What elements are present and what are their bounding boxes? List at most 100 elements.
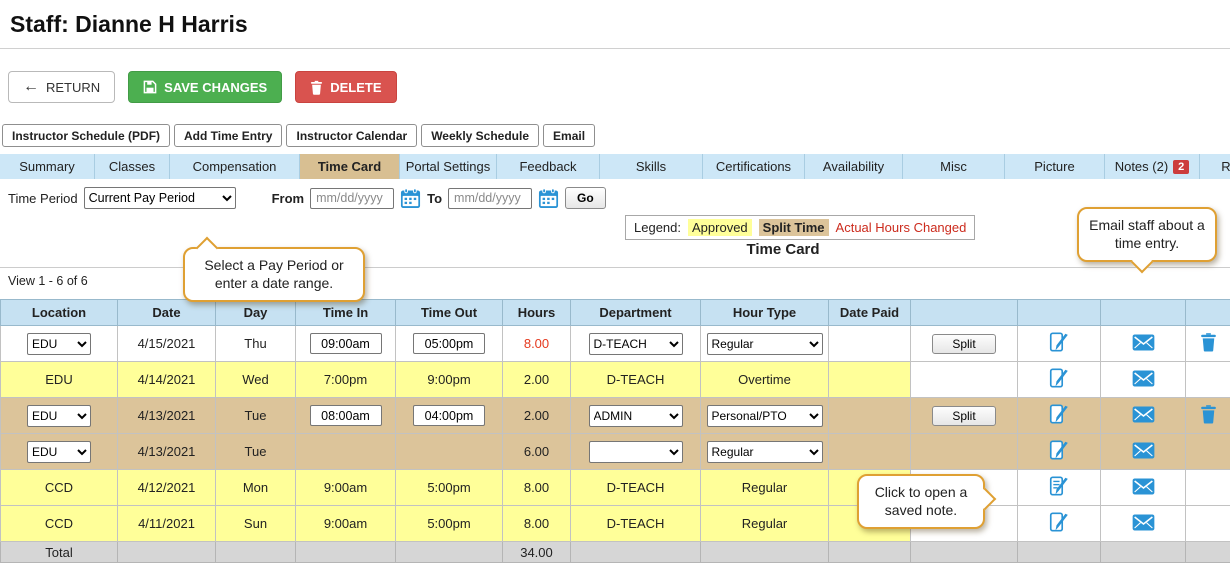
tab-time-card[interactable]: Time Card <box>300 154 400 179</box>
department-cell: D-TEACH <box>570 505 701 542</box>
tab-label: Availability <box>822 159 885 174</box>
total-empty-cell <box>828 541 911 563</box>
col-header-blank <box>1100 299 1186 326</box>
email-entry-button[interactable] <box>1132 513 1155 531</box>
tab-picture[interactable]: Picture <box>1005 154 1105 179</box>
save-label: SAVE CHANGES <box>164 79 268 95</box>
actions-row: ← RETURN SAVE CHANGES DELETE <box>0 49 1230 103</box>
department-cell: D-TEACH <box>570 325 701 362</box>
delete-button[interactable]: DELETE <box>295 71 397 103</box>
hour-type-select[interactable]: Personal/PTO <box>706 404 823 427</box>
split-button[interactable]: Split <box>932 333 996 354</box>
legend-label: Legend: <box>634 220 681 235</box>
hour-type-cell: Overtime <box>700 361 829 398</box>
table-body: EDU4/15/2021Thu8.00D-TEACHRegularSplitED… <box>0 325 1230 542</box>
hours-cell: 6.00 <box>502 433 571 470</box>
total-empty-cell <box>215 541 296 563</box>
from-date-input[interactable] <box>310 187 395 209</box>
tab-availability[interactable]: Availability <box>805 154 903 179</box>
tab-summary[interactable]: Summary <box>0 154 95 179</box>
location-select[interactable]: EDU <box>27 332 91 355</box>
note-icon <box>1048 511 1070 533</box>
time-in-cell: 9:00am <box>295 505 396 542</box>
to-date-input[interactable] <box>448 187 533 209</box>
to-calendar-button[interactable] <box>538 187 559 209</box>
email-entry-button[interactable] <box>1132 333 1155 351</box>
col-header-blank <box>1017 299 1101 326</box>
location-cell: EDU <box>0 361 118 398</box>
delete-entry-button[interactable] <box>1200 404 1217 424</box>
split-cell <box>910 433 1018 470</box>
col-header-time-out: Time Out <box>395 299 503 326</box>
email-entry-button[interactable] <box>1132 369 1155 387</box>
hour-type-select[interactable]: Regular <box>706 332 823 355</box>
tab-classes[interactable]: Classes <box>95 154 170 179</box>
weekly-schedule-button[interactable]: Weekly Schedule <box>421 124 540 147</box>
email-icon <box>1132 477 1155 495</box>
instructor-schedule-pdf-button[interactable]: Instructor Schedule (PDF) <box>2 124 171 147</box>
date-cell: 4/15/2021 <box>117 325 216 362</box>
department-select[interactable]: ADMIN <box>588 404 683 427</box>
time-in-cell <box>295 397 396 434</box>
location-select[interactable]: EDU <box>27 404 91 427</box>
tab-label: Notes (2) <box>1114 159 1169 174</box>
add-note-button[interactable] <box>1048 511 1070 533</box>
callout-pay-period-text: Select a Pay Period or enter a date rang… <box>204 257 344 291</box>
tab-compensation[interactable]: Compensation <box>170 154 300 179</box>
hours-cell: 8.00 <box>502 505 571 542</box>
save-changes-button[interactable]: SAVE CHANGES <box>128 71 283 103</box>
note-cell <box>1017 469 1101 506</box>
add-note-button[interactable] <box>1048 367 1070 389</box>
open-saved-note-button[interactable] <box>1048 475 1070 497</box>
hour-type-select[interactable]: Regular <box>706 440 823 463</box>
add-time-entry-button[interactable]: Add Time Entry <box>174 124 283 147</box>
tab-label: Portal Settings <box>405 159 491 174</box>
time-out-input[interactable] <box>413 333 485 354</box>
return-button[interactable]: ← RETURN <box>8 71 116 103</box>
tab-misc[interactable]: Misc <box>903 154 1005 179</box>
delete-entry-button[interactable] <box>1200 332 1217 352</box>
add-note-button[interactable] <box>1048 439 1070 461</box>
tab-portal-settings[interactable]: Portal Settings <box>400 154 497 179</box>
from-calendar-button[interactable] <box>400 187 421 209</box>
timecard-row: EDU 4/13/2021 Tue 6.00 Regular <box>0 433 1230 470</box>
tab-feedback[interactable]: Feedback <box>497 154 600 179</box>
tab-label: Time Card <box>317 159 382 174</box>
time-period-select[interactable]: Current Pay Period <box>83 187 236 209</box>
time-in-input[interactable] <box>309 333 382 354</box>
location-select[interactable]: EDU <box>27 440 91 463</box>
add-note-button[interactable] <box>1048 403 1070 425</box>
total-empty-cell <box>395 541 503 563</box>
table-head: Location Date Day Time In Time Out Hours Depar… <box>0 299 1230 326</box>
tab-certifications[interactable]: Certifications <box>703 154 805 179</box>
email-cell <box>1100 397 1186 434</box>
email-entry-button[interactable] <box>1132 405 1155 423</box>
tab-label: Picture <box>1034 159 1075 174</box>
tab-label: Summary <box>19 159 75 174</box>
day-cell: Tue <box>215 397 296 434</box>
email-cell <box>1100 433 1186 470</box>
go-button[interactable]: Go <box>565 187 606 209</box>
trash-cell <box>1185 469 1230 506</box>
add-note-button[interactable] <box>1048 331 1070 353</box>
date-paid-cell <box>828 325 911 362</box>
email-entry-button[interactable] <box>1132 441 1155 459</box>
department-select[interactable]: D-TEACH <box>588 332 683 355</box>
instructor-calendar-button[interactable]: Instructor Calendar <box>286 124 418 147</box>
timecard-row: CCD 4/12/2021 Mon 9:00am 5:00pm 8.00 D-TEACH Re… <box>0 469 1230 506</box>
tab-re[interactable]: Re <box>1200 154 1230 179</box>
time-in-input[interactable] <box>309 405 382 426</box>
tab-notes-2[interactable]: Notes (2) 2 <box>1105 154 1200 179</box>
time-out-cell <box>395 325 503 362</box>
department-select[interactable] <box>588 440 683 463</box>
location-cell: EDU <box>0 397 118 434</box>
split-button[interactable]: Split <box>932 405 996 426</box>
email-button[interactable]: Email <box>543 124 596 147</box>
email-entry-button[interactable] <box>1132 477 1155 495</box>
split-cell: Split <box>910 325 1018 362</box>
location-cell: CCD <box>0 469 118 506</box>
tab-skills[interactable]: Skills <box>600 154 703 179</box>
delete-label: DELETE <box>330 79 382 95</box>
department-cell <box>570 433 701 470</box>
time-out-input[interactable] <box>413 405 485 426</box>
